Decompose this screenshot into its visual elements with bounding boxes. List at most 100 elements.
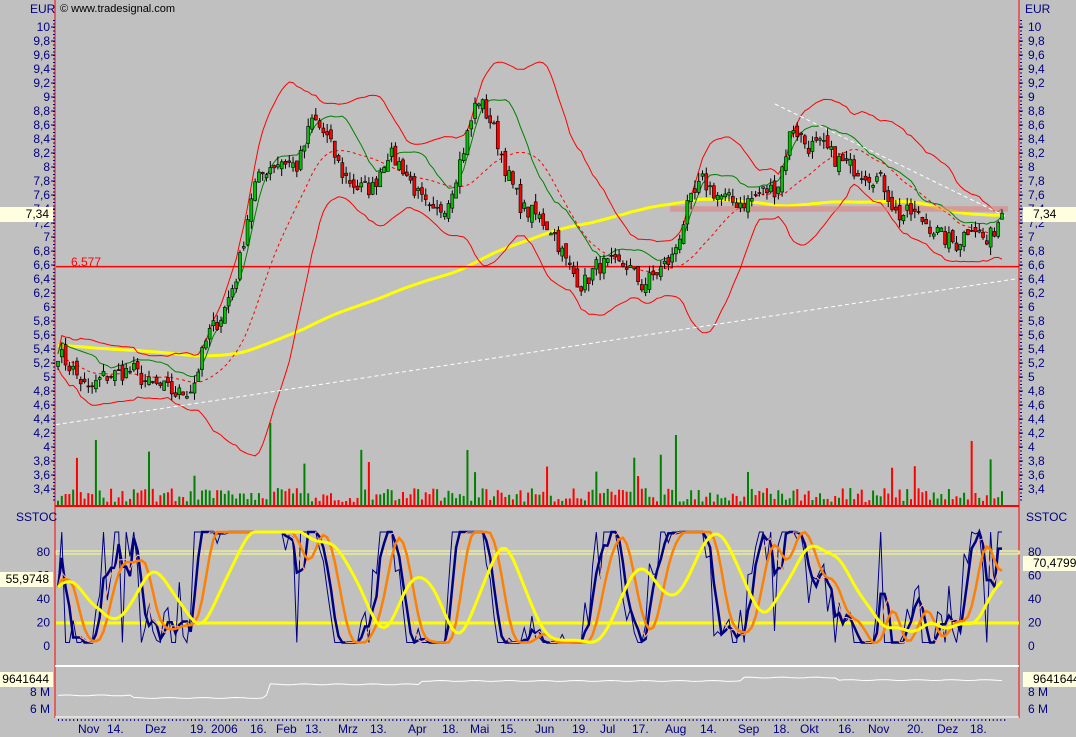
candle-body <box>90 385 94 388</box>
x-tick-label: 18. <box>773 722 790 736</box>
candle-body <box>981 231 985 238</box>
candle-body <box>958 244 963 251</box>
candle-body <box>969 230 974 232</box>
minor-tick <box>1020 219 1022 221</box>
x-minor-tick <box>384 719 386 721</box>
x-minor-tick <box>943 719 945 721</box>
volume-bar <box>519 490 522 505</box>
x-minor-tick <box>810 719 812 721</box>
volume-bar <box>299 493 302 505</box>
volume-bar <box>409 494 412 505</box>
volume-bar <box>803 494 806 505</box>
minor-tick <box>1020 34 1022 35</box>
candle-body <box>382 167 386 173</box>
minor-tick <box>53 149 55 151</box>
minor-tick <box>1020 79 1022 81</box>
candle-body <box>378 171 383 188</box>
volume-bar <box>561 500 564 505</box>
volume-bar <box>60 495 63 505</box>
x-tick-label: Nov <box>868 722 889 736</box>
minor-tick <box>1020 142 1022 144</box>
x-minor-tick <box>951 719 952 721</box>
volume-bar <box>602 492 605 505</box>
x-tick-label: 20. <box>907 722 924 736</box>
volume-bar <box>394 500 397 505</box>
minor-tick <box>1020 114 1022 116</box>
minor-tick <box>53 492 55 494</box>
x-minor-tick <box>544 719 546 721</box>
minor-tick <box>53 41 55 42</box>
minor-tick <box>53 394 55 396</box>
minor-tick <box>1020 401 1022 403</box>
candle-body <box>708 185 712 188</box>
candle-body <box>662 260 667 265</box>
candle-body <box>526 206 530 218</box>
price-tick-label-left: 9,6 <box>33 48 50 62</box>
x-minor-tick <box>445 719 447 721</box>
minor-tick <box>53 90 55 91</box>
minor-tick <box>1020 380 1022 382</box>
volume-bar <box>352 501 355 505</box>
price-tick-label-right: 7,8 <box>1028 174 1045 188</box>
candle-body <box>120 364 125 381</box>
x-minor-tick <box>654 719 656 721</box>
minor-tick <box>1020 240 1022 242</box>
minor-tick <box>1020 86 1022 88</box>
candle-body <box>731 196 735 203</box>
price-tick-label-right: 5,8 <box>1028 314 1045 328</box>
candle-body <box>116 369 121 371</box>
x-minor-tick <box>377 719 379 721</box>
minor-tick <box>53 114 55 116</box>
x-minor-tick <box>255 719 257 721</box>
price-tick-label-left: 8,2 <box>33 146 50 160</box>
x-minor-tick <box>886 719 888 721</box>
volume-bar <box>686 499 689 505</box>
candle-body <box>147 376 151 385</box>
stoch-value-right: 70,4799 <box>1023 556 1076 571</box>
volume-bar <box>401 491 404 505</box>
price-tick-label-left: 7 <box>43 230 50 244</box>
candle-body <box>765 188 769 194</box>
bottom-tick-label-right: 8 M <box>1028 685 1048 699</box>
x-minor-tick <box>164 719 166 721</box>
minor-tick <box>1020 58 1022 60</box>
volume-bar <box>481 488 484 505</box>
x-minor-tick <box>996 719 998 721</box>
minor-tick <box>1020 408 1022 410</box>
volume-bar <box>424 492 427 505</box>
minor-tick <box>53 321 55 322</box>
x-minor-tick <box>278 719 280 721</box>
x-minor-tick <box>567 719 569 721</box>
x-minor-tick <box>96 719 97 721</box>
volume-bar <box>57 500 59 505</box>
candle-body <box>181 391 185 396</box>
price-tick-label-left: 5,2 <box>33 356 50 370</box>
x-minor-tick <box>449 719 451 721</box>
volume-bar <box>360 449 363 505</box>
minor-tick <box>1020 440 1022 441</box>
volume-bar <box>428 494 431 505</box>
x-minor-tick <box>179 719 181 721</box>
minor-tick <box>1020 149 1022 151</box>
x-minor-tick <box>305 719 306 721</box>
volume-bar <box>106 501 109 505</box>
price-tick-label-left: 6,6 <box>33 258 50 272</box>
price-tick-label-right: 8,6 <box>1028 118 1045 132</box>
volume-bar <box>455 498 458 505</box>
candle-body <box>768 184 773 193</box>
minor-tick <box>1020 485 1022 487</box>
x-minor-tick <box>992 719 994 721</box>
stoch-tick-label-right: 40 <box>1028 592 1042 606</box>
volume-bar <box>113 501 116 505</box>
candle-body <box>571 265 576 274</box>
volume-bar <box>777 490 780 505</box>
candle-body <box>446 203 451 219</box>
candle-body <box>465 130 470 156</box>
minor-tick <box>53 226 55 228</box>
volume-bar <box>170 488 173 505</box>
candle-body <box>605 258 610 263</box>
minor-tick <box>1020 370 1022 371</box>
price-tick-label-right: 6,4 <box>1028 272 1045 286</box>
minor-tick <box>53 69 55 70</box>
volume-bar <box>549 495 552 505</box>
